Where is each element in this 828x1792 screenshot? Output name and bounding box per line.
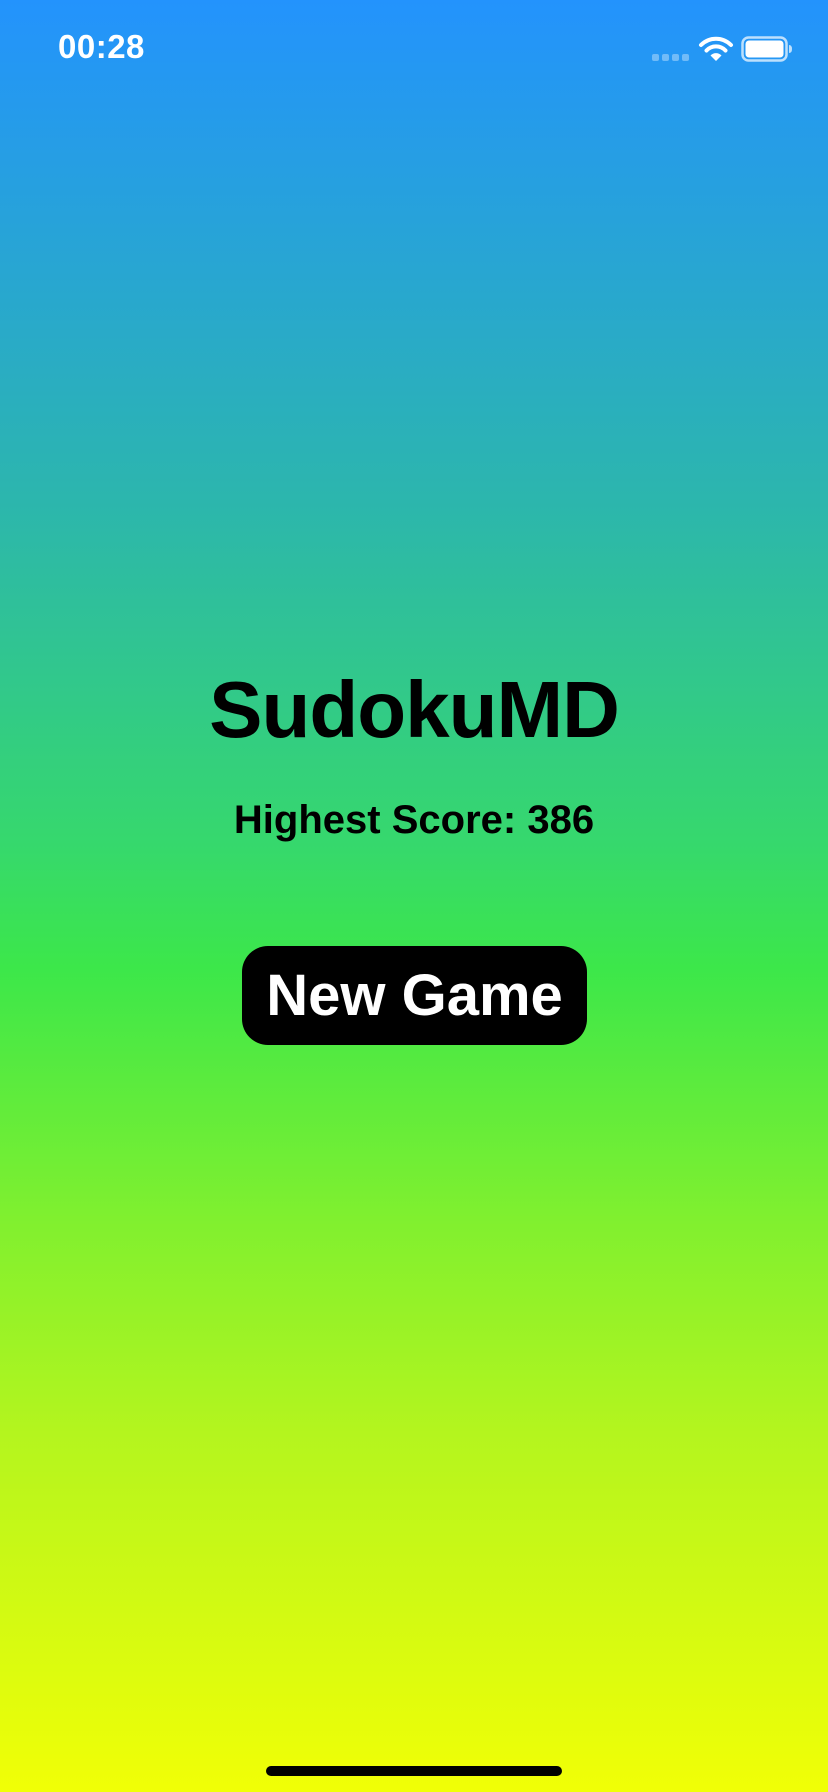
highest-score-label: Highest Score: xyxy=(233,798,528,842)
home-indicator[interactable] xyxy=(266,1766,562,1776)
highest-score-value: 386 xyxy=(527,798,595,842)
wifi-icon xyxy=(699,36,733,61)
cellular-signal-icon xyxy=(652,54,690,62)
status-bar: 00:28 xyxy=(0,0,828,100)
app-title: SudokuMD xyxy=(209,665,620,754)
highest-score: Highest Score: 386 xyxy=(0,798,828,843)
new-game-button[interactable]: New Game xyxy=(242,946,587,1045)
status-time: 00:28 xyxy=(58,28,145,65)
battery-icon xyxy=(741,36,792,62)
